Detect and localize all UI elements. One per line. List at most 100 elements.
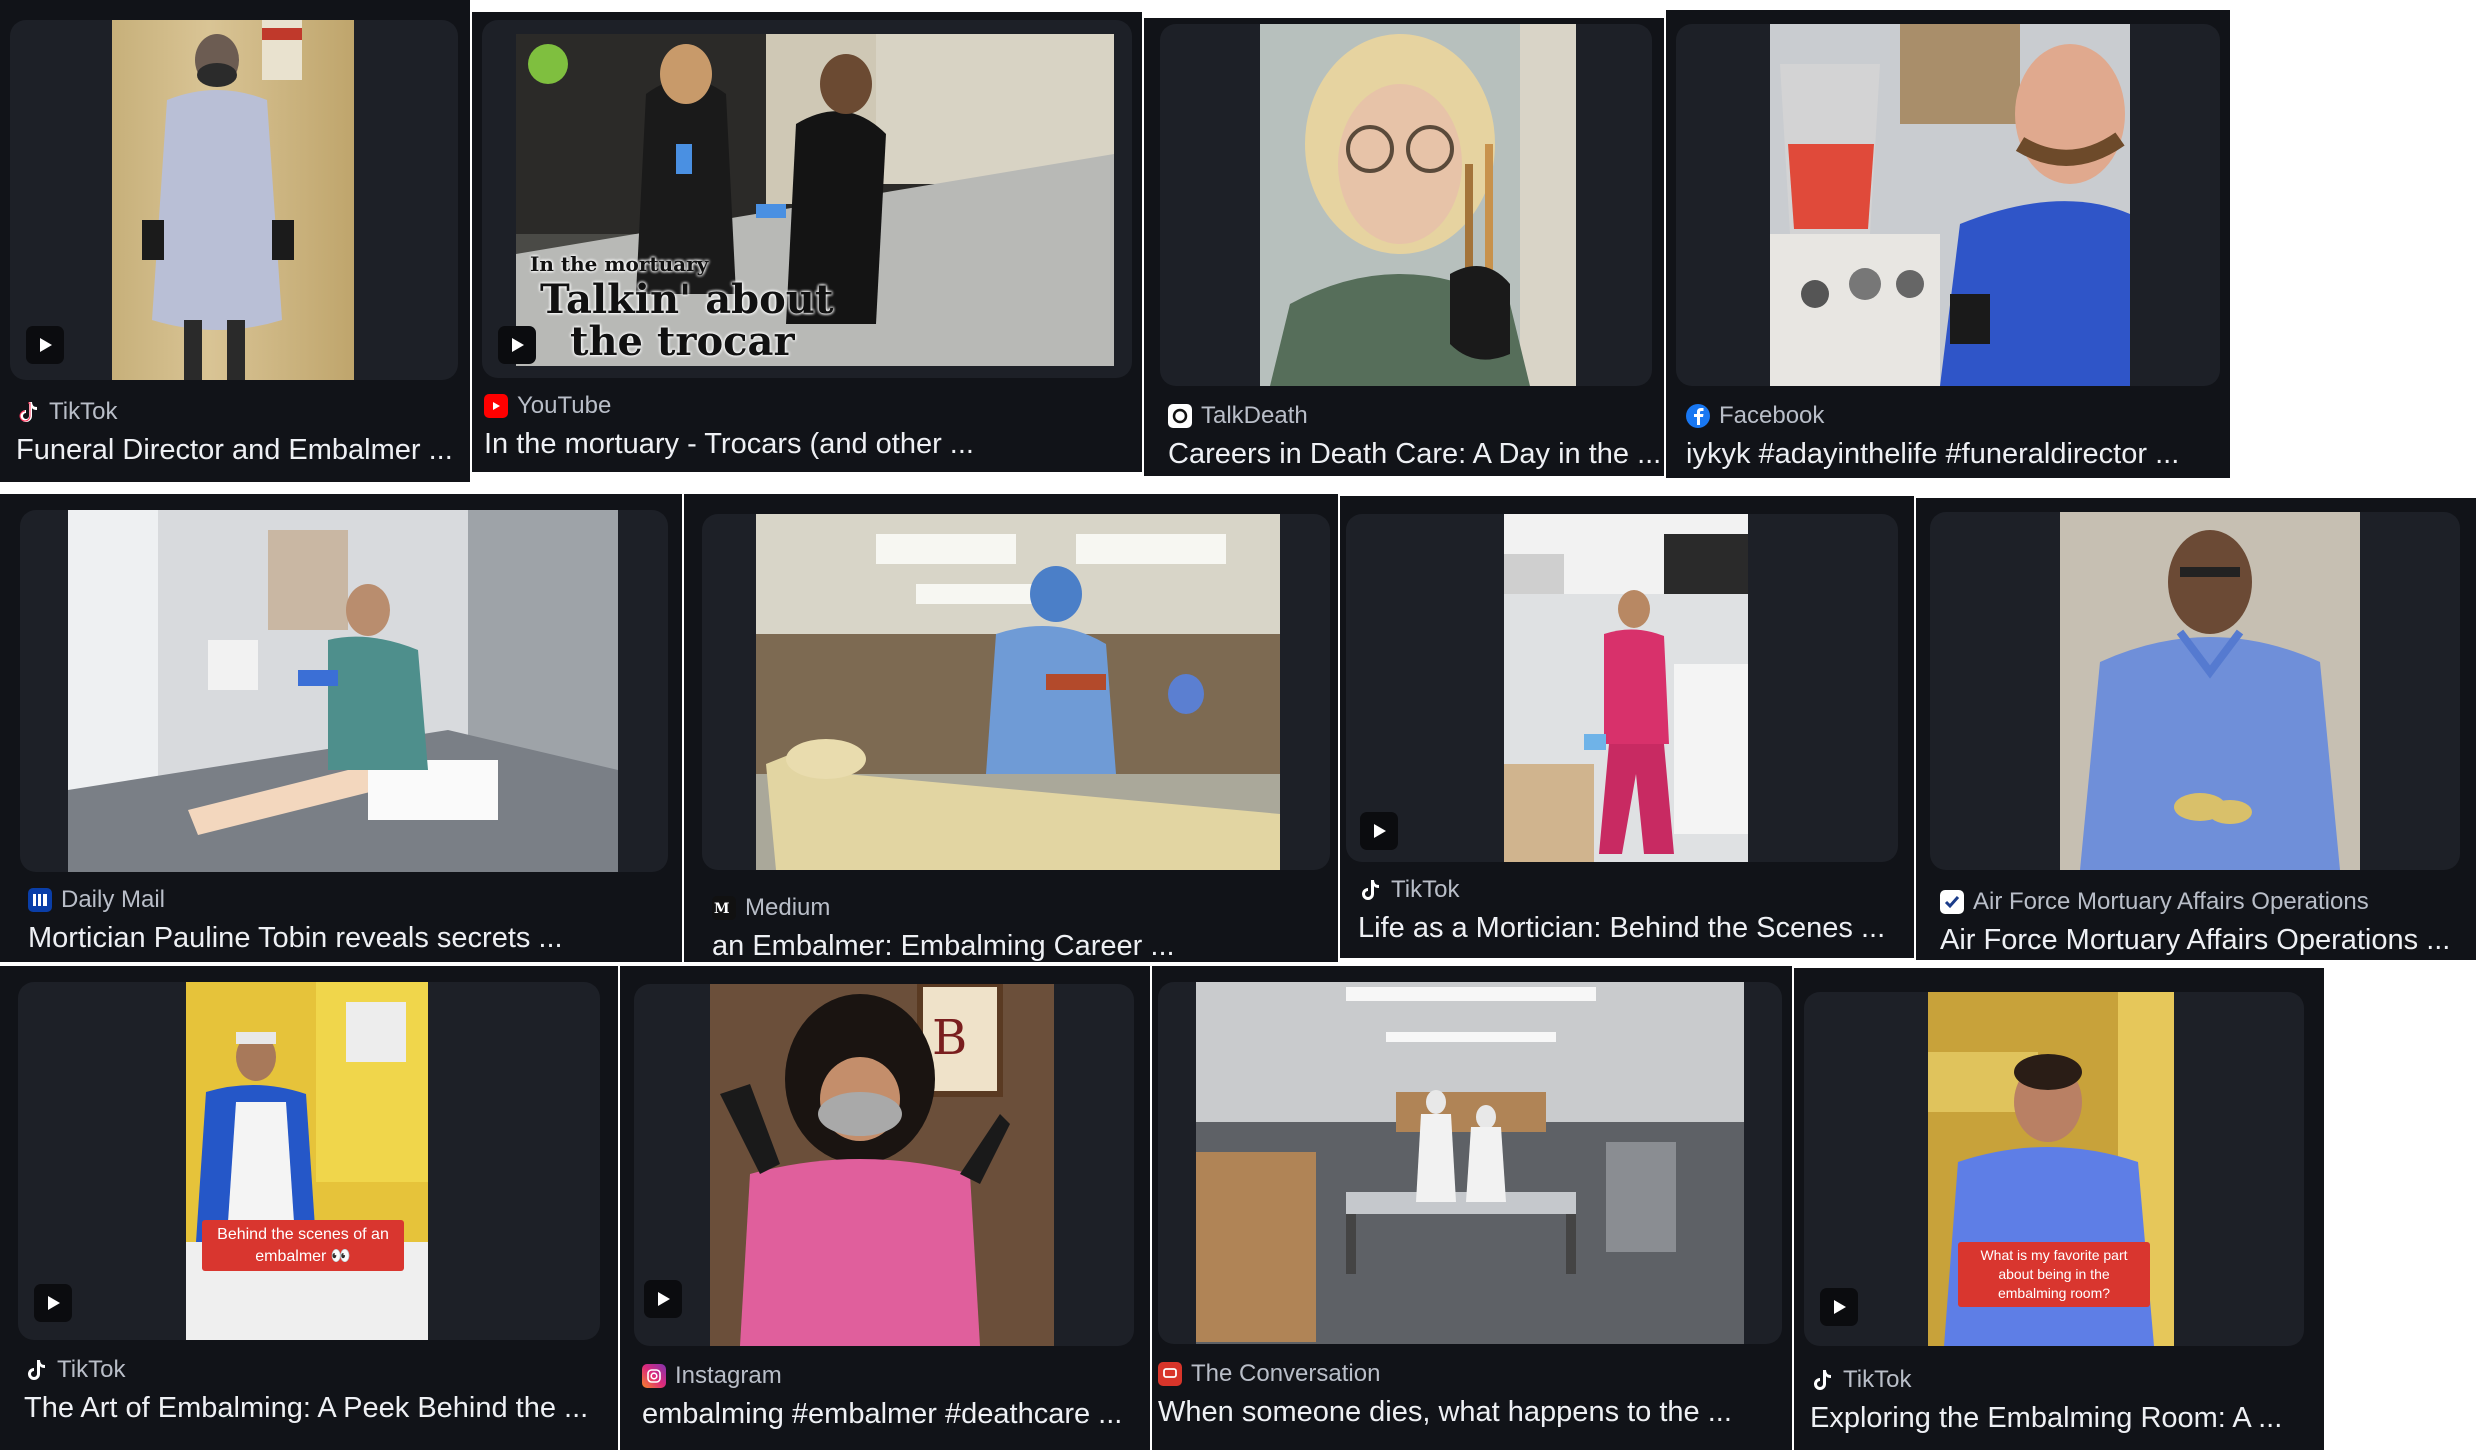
play-icon[interactable] (498, 326, 536, 364)
play-icon[interactable] (1360, 812, 1398, 850)
play-icon[interactable] (26, 326, 64, 364)
medium-icon: M (712, 896, 736, 920)
result-title[interactable]: Mortician Pauline Tobin reveals secrets … (28, 922, 563, 955)
result-card[interactable]: Daily Mail Mortician Pauline Tobin revea… (0, 494, 682, 962)
thumbnail-image (1770, 24, 2130, 386)
embalmer-behind-scenes-image (186, 982, 428, 1340)
result-title[interactable]: In the mortuary - Trocars (and other ... (484, 428, 974, 461)
result-source[interactable]: Daily Mail (28, 886, 165, 914)
result-title[interactable]: The Art of Embalming: A Peek Behind the … (24, 1392, 588, 1425)
mortician-in-pink-scrubs-image (1504, 514, 1748, 862)
result-source[interactable]: TikTok (24, 1356, 125, 1384)
tiktok-icon (1810, 1368, 1834, 1392)
play-icon[interactable] (644, 1280, 682, 1318)
result-card[interactable]: Behind the scenes of an embalmer 👀 TikTo… (0, 966, 618, 1450)
result-source[interactable]: Air Force Mortuary Affairs Operations (1940, 888, 2369, 916)
result-thumbnail[interactable]: Behind the scenes of an embalmer 👀 (18, 982, 600, 1340)
woman-in-respirator-image: B (710, 984, 1054, 1346)
play-icon[interactable] (34, 1284, 72, 1322)
result-thumbnail[interactable] (20, 510, 668, 872)
result-thumbnail[interactable] (1346, 514, 1898, 862)
result-card[interactable]: TalkDeath Careers in Death Care: A Day i… (1144, 18, 1664, 476)
facebook-icon (1686, 404, 1710, 428)
thumbnail-image (186, 982, 428, 1340)
source-label: Instagram (675, 1362, 782, 1389)
youtube-icon (484, 394, 508, 418)
video-caption: Behind the scenes of an embalmer 👀 (202, 1220, 404, 1272)
source-label: The Conversation (1191, 1360, 1381, 1387)
result-thumbnail[interactable] (1930, 512, 2460, 870)
result-source[interactable]: TikTok (1358, 876, 1459, 904)
result-card[interactable]: The Conversation When someone dies, what… (1152, 966, 1792, 1450)
thumbnail-image (1260, 24, 1576, 386)
source-label: TikTok (57, 1356, 126, 1383)
result-thumbnail[interactable] (702, 514, 1330, 870)
source-label: TikTok (1843, 1366, 1912, 1393)
thumbnail-image (2060, 512, 2360, 870)
result-source[interactable]: TikTok (16, 398, 117, 426)
result-title[interactable]: When someone dies, what happens to the .… (1158, 1396, 1732, 1429)
thumbnail-image (756, 514, 1280, 870)
result-source[interactable]: Facebook (1686, 402, 1824, 430)
talkdeath-icon (1168, 404, 1192, 428)
result-card[interactable]: B Instagram embalming #embalmer #deathca… (620, 966, 1150, 1450)
result-source[interactable]: The Conversation (1158, 1360, 1380, 1388)
source-label: Medium (745, 894, 831, 921)
embalming-room-image (1196, 982, 1744, 1344)
overlay-small-text: In the mortuary (530, 252, 709, 276)
thumbnail-image (1504, 514, 1748, 862)
overlay-title-line2: the trocar (570, 318, 795, 365)
thumbnail-image (1196, 982, 1744, 1344)
svg-text:B: B (932, 1010, 967, 1066)
thumbnail-image: B (710, 984, 1054, 1346)
video-caption: What is my favorite part about being in … (1958, 1242, 2150, 1307)
tiktok-icon (1358, 878, 1382, 902)
woman-with-brushes-image (1270, 24, 1576, 386)
source-label: TalkDeath (1201, 402, 1308, 429)
result-title[interactable]: embalming #embalmer #deathcare ... (642, 1398, 1122, 1431)
result-title[interactable]: Careers in Death Care: A Day in the ... (1168, 438, 1661, 471)
result-source[interactable]: TalkDeath (1168, 402, 1308, 430)
result-title[interactable]: Air Force Mortuary Affairs Operations ..… (1940, 924, 2450, 957)
result-thumbnail[interactable]: B (634, 984, 1134, 1346)
source-label: Daily Mail (61, 886, 166, 913)
tiktok-icon (24, 1358, 48, 1382)
source-label: Facebook (1719, 402, 1825, 429)
afmao-icon (1940, 890, 1964, 914)
result-card[interactable]: In the mortuary Talkin' about the trocar… (472, 12, 1142, 472)
source-label: TikTok (1391, 876, 1460, 903)
conversation-icon (1158, 1362, 1182, 1386)
embalming-machine-image (1770, 24, 2130, 386)
result-thumbnail[interactable] (1676, 24, 2220, 386)
result-card[interactable]: Facebook iykyk #adayinthelife #funeraldi… (1666, 10, 2230, 478)
result-title[interactable]: Exploring the Embalming Room: A ... (1810, 1402, 2282, 1435)
source-label: TikTok (49, 398, 118, 425)
overlay-title-line1: Talkin' about (540, 276, 834, 323)
result-source[interactable]: YouTube (484, 392, 611, 420)
source-label: Air Force Mortuary Affairs Operations (1973, 888, 2369, 915)
tiktok-icon (16, 400, 40, 424)
svg-text:M: M (714, 901, 730, 915)
result-card[interactable]: What is my favorite part about being in … (1794, 968, 2324, 1450)
result-title[interactable]: an Embalmer: Embalming Career ... (712, 930, 1175, 962)
result-card[interactable]: TikTok Funeral Director and Embalmer ... (0, 0, 470, 482)
source-label: YouTube (517, 392, 612, 419)
result-card[interactable]: M Medium an Embalmer: Embalming Career .… (684, 494, 1338, 962)
result-title[interactable]: Funeral Director and Embalmer ... (16, 434, 453, 467)
result-source[interactable]: TikTok (1810, 1366, 1911, 1394)
result-card[interactable]: Air Force Mortuary Affairs Operations Ai… (1916, 498, 2476, 960)
result-thumbnail[interactable] (1158, 982, 1782, 1344)
play-icon[interactable] (1820, 1288, 1858, 1326)
thumbnail-image (112, 20, 354, 380)
result-title[interactable]: Life as a Mortician: Behind the Scenes .… (1358, 912, 1885, 945)
embalmer-at-table-image (756, 514, 1280, 870)
result-source[interactable]: Instagram (642, 1362, 782, 1390)
result-thumbnail[interactable] (10, 20, 458, 380)
result-thumbnail[interactable]: In the mortuary Talkin' about the trocar (482, 20, 1132, 378)
result-source[interactable]: M Medium (712, 894, 830, 922)
result-thumbnail[interactable]: What is my favorite part about being in … (1804, 992, 2304, 1346)
result-thumbnail[interactable] (1160, 24, 1652, 386)
result-card[interactable]: TikTok Life as a Mortician: Behind the S… (1340, 496, 1914, 958)
person-in-gown-image (142, 20, 302, 380)
result-title[interactable]: iykyk #adayinthelife #funeraldirector ..… (1686, 438, 2179, 471)
